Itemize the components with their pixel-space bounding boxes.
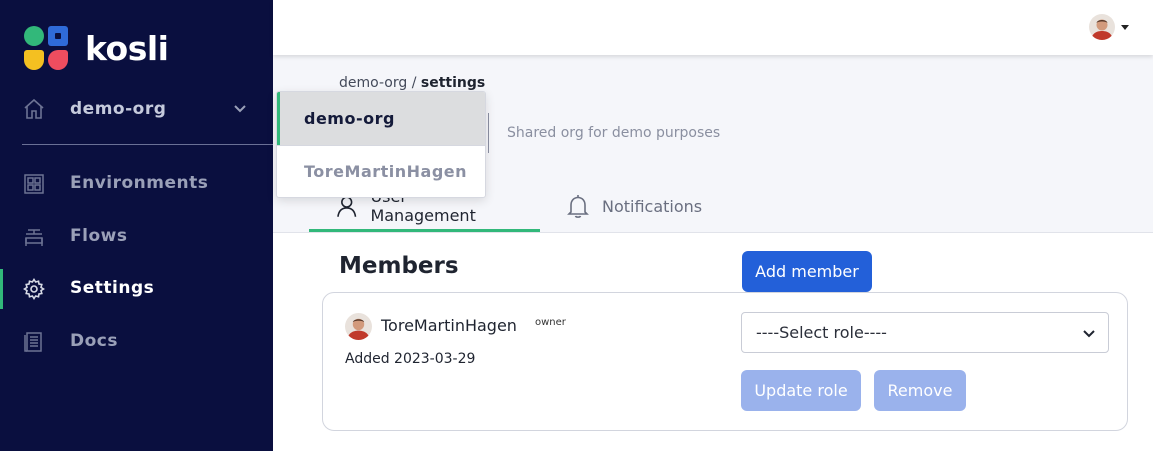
org-switcher-menu: demo-org ToreMartinHagen [276, 91, 486, 198]
org-switcher-label: demo-org [70, 99, 167, 119]
sidebar-item-label: Docs [70, 331, 118, 351]
sidebar-item-label: Flows [70, 226, 128, 246]
avatar [1089, 14, 1115, 40]
add-member-button[interactable]: Add member [742, 251, 872, 292]
kosli-logo[interactable]: kosli [24, 26, 169, 71]
tab-label: Notifications [602, 196, 703, 216]
environments-icon [24, 174, 44, 194]
sidebar-item-settings[interactable]: Settings [0, 269, 273, 309]
member-card: ToreMartinHagen owner Added 2023-03-29 -… [322, 292, 1128, 431]
breadcrumb-current: settings [420, 75, 486, 91]
avatar [345, 313, 372, 340]
sidebar: kosli demo-org Environments Flows Settin… [0, 0, 273, 451]
org-switcher[interactable]: demo-org [22, 94, 254, 124]
user-menu-button[interactable] [1089, 14, 1129, 40]
description-divider [488, 113, 489, 153]
sidebar-divider [22, 144, 273, 145]
breadcrumb-separator: / [411, 75, 417, 91]
tab-notifications[interactable]: Notifications [540, 180, 728, 232]
update-role-button[interactable]: Update role [741, 370, 861, 411]
role-select[interactable]: ----Select role---- [741, 312, 1109, 353]
home-icon [24, 98, 44, 119]
role-select-value: ----Select role---- [756, 323, 887, 342]
member-added-date: Added 2023-03-29 [345, 351, 476, 367]
tabs-bottom-border [273, 232, 1153, 233]
member-name: ToreMartinHagen [381, 316, 517, 335]
breadcrumb-org[interactable]: demo-org [339, 75, 407, 91]
sidebar-item-docs[interactable]: Docs [0, 322, 273, 362]
gear-icon [23, 278, 45, 300]
sidebar-item-flows[interactable]: Flows [0, 217, 273, 257]
sidebar-item-environments[interactable]: Environments [0, 164, 273, 204]
flows-icon [25, 229, 43, 246]
sidebar-item-label: Environments [70, 173, 209, 193]
members-heading: Members [339, 253, 459, 279]
org-option-demo-org[interactable]: demo-org [277, 92, 485, 145]
chevron-down-icon [234, 105, 246, 113]
breadcrumb: demo-org / settings [339, 75, 485, 91]
org-option-toremartinhagen[interactable]: ToreMartinHagen [277, 145, 485, 197]
docs-icon [24, 332, 42, 352]
brand-name: kosli [85, 29, 169, 68]
bell-icon [567, 195, 589, 218]
caret-down-icon [1121, 24, 1129, 30]
role-badge: owner [535, 317, 566, 328]
sidebar-item-label: Settings [70, 278, 155, 298]
org-description: Shared org for demo purposes [507, 125, 721, 141]
chevron-down-icon [1083, 330, 1095, 338]
top-header [273, 0, 1153, 55]
logo-mark [24, 26, 69, 71]
remove-member-button[interactable]: Remove [874, 370, 966, 411]
